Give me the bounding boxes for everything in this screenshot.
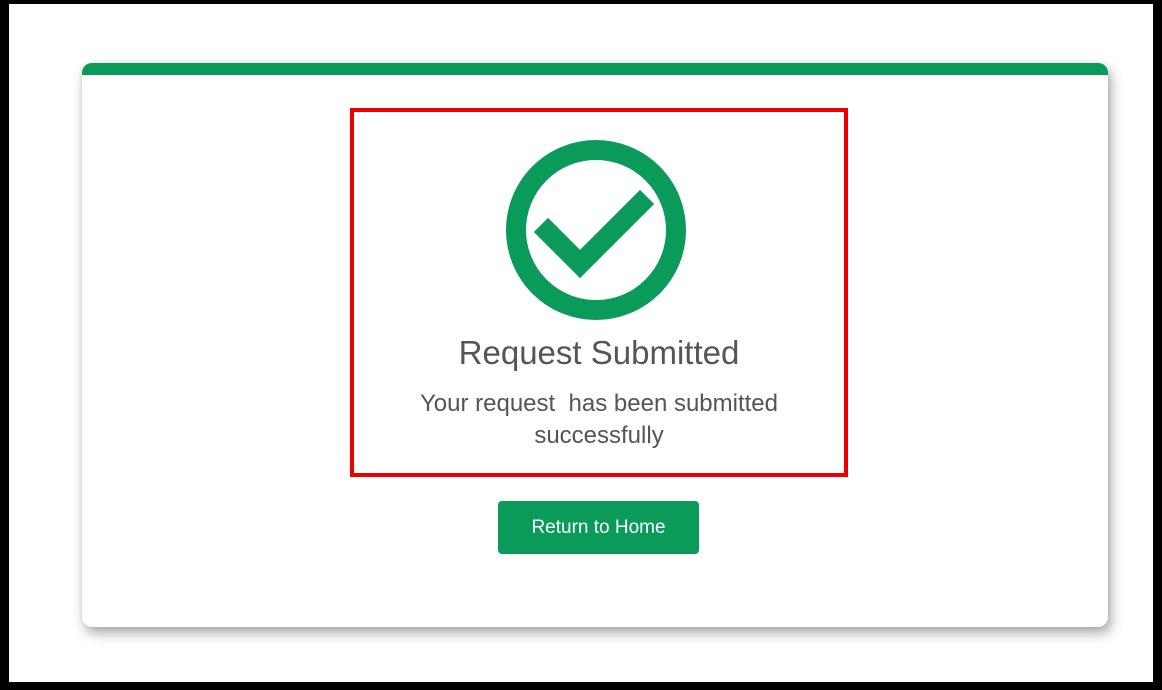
success-title: Request Submitted — [458, 334, 740, 371]
return-to-home-button[interactable]: Return to Home — [498, 501, 699, 554]
success-message: Your request has been submitted successf… — [419, 390, 785, 449]
screenshot-frame: Request Submitted Your request has been … — [0, 0, 1162, 690]
check-circle-icon — [506, 140, 686, 320]
